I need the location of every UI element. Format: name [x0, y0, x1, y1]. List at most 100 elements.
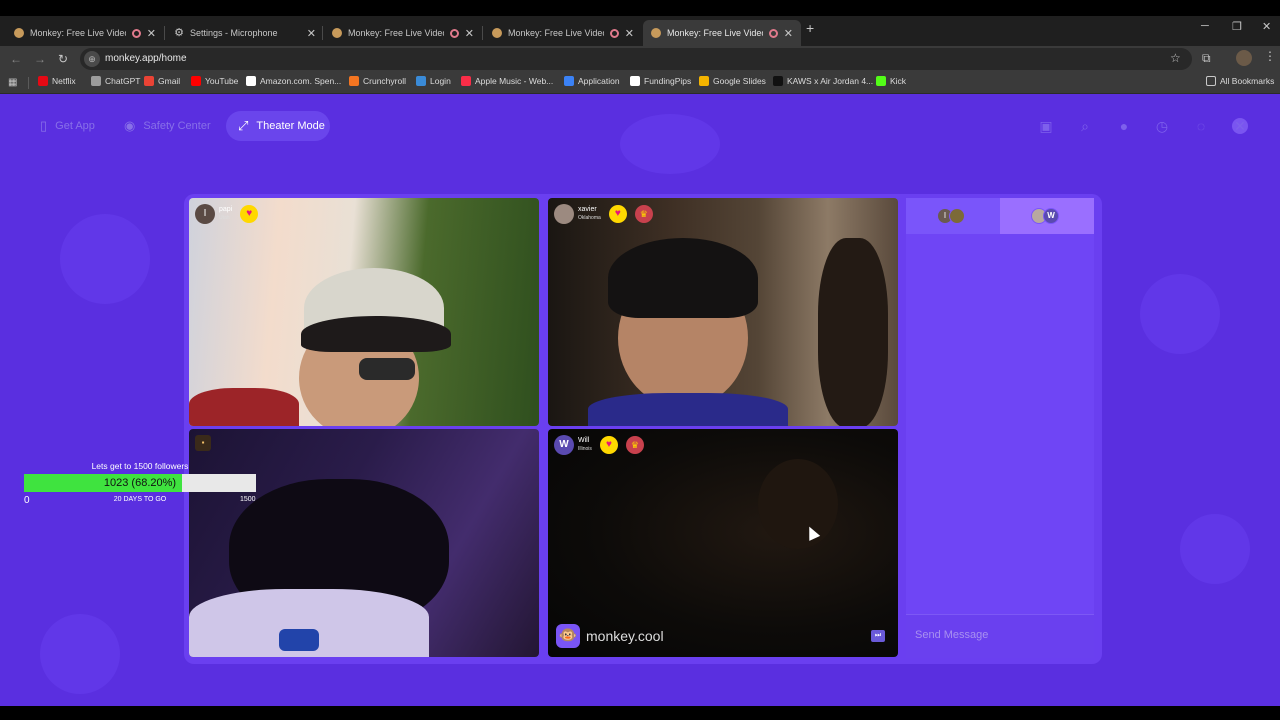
person-beanie [608, 238, 758, 318]
get-app-button[interactable]: ▯ Get App [40, 111, 95, 141]
bookmark-label: Gmail [158, 76, 181, 86]
bookmark-label: KAWS x Air Jordan 4... [787, 76, 874, 86]
all-bookmarks-button[interactable]: All Bookmarks [1206, 76, 1274, 86]
bookmark-item[interactable]: Crunchyroll [349, 76, 406, 86]
user-location: Utah [219, 215, 230, 221]
user-name-text: xavier [578, 206, 597, 213]
skip-icon[interactable]: ⏭ [871, 630, 885, 642]
chat-icon[interactable]: ◌ [1193, 118, 1209, 134]
bookmarks-bar: ▦ Netflix ChatGPT Gmail YouTube Amazon.com. … [0, 72, 1280, 94]
reload-icon[interactable]: ↻ [58, 52, 68, 66]
globe-icon[interactable]: ● [1116, 118, 1132, 134]
history-icon[interactable]: ◷ [1154, 118, 1170, 134]
bookmark-item[interactable]: KAWS x Air Jordan 4... [773, 76, 873, 86]
send-message-bar [906, 614, 1094, 658]
person-face [758, 459, 838, 549]
menu-icon[interactable]: ⋮ [1264, 49, 1276, 63]
bookmark-item[interactable]: ChatGPT [91, 76, 140, 86]
follower-days-left: 20 DAYS TO GO [113, 496, 167, 503]
tab-title: Settings - Microphone [190, 28, 278, 38]
medal-icon[interactable]: ♛ [634, 205, 653, 223]
tab-title: Monkey: Free Live Video Cł [30, 28, 126, 38]
search-icon[interactable]: ⌕ [1077, 118, 1093, 134]
video-tile-xavier[interactable]: xavier Oklahoma ♥ ♛ [548, 198, 898, 426]
bookmark-star-icon[interactable]: ☆ [1170, 51, 1181, 65]
bookmark-item[interactable]: Google Slides [699, 76, 766, 86]
video-tile-papi[interactable]: I papi Utah ♥ [189, 198, 539, 426]
user-chip: xavier Oklahoma ♥ ♛ [554, 204, 653, 224]
minimize-icon[interactable]: ─ [1201, 20, 1209, 32]
bookmark-item[interactable]: Apple Music - Web... [461, 76, 553, 86]
person-durag [301, 316, 451, 352]
browser-tabbar: Monkey: Free Live Video Cł ✕ ⚙ Settings … [0, 16, 1280, 46]
recording-icon [131, 28, 141, 38]
video-tile-will[interactable]: W Will Illinois ♥ ♛ [548, 429, 898, 657]
bookmark-label: Apple Music - Web... [475, 76, 554, 86]
profile-icon[interactable]: ✕ [1232, 118, 1248, 134]
extensions-icon[interactable]: ⧉ [1202, 51, 1211, 66]
camera-chip: ▪ [195, 435, 211, 451]
new-tab-button[interactable]: + [806, 20, 814, 36]
user-chip: I papi Utah ♥ [195, 204, 259, 224]
safety-center-button[interactable]: ◉ Safety Center [124, 111, 211, 141]
bookmark-item[interactable]: Login [416, 76, 451, 86]
back-icon[interactable]: ← [10, 52, 22, 66]
theater-mode-button[interactable]: ⤢ Theater Mode [226, 111, 330, 141]
bookmark-favicon-icon [144, 76, 154, 86]
follower-progress-max: 1500 [240, 496, 256, 503]
bookmark-favicon-icon [349, 76, 359, 86]
bookmark-favicon-icon [461, 76, 471, 86]
bookmark-item[interactable]: Application [564, 76, 620, 86]
url-text[interactable]: monkey.app/home [105, 53, 187, 64]
heart-icon[interactable]: ♥ [599, 436, 618, 454]
profile-avatar[interactable] [1236, 50, 1252, 66]
browser-tab[interactable]: Monkey: Free Live Video Cł ✕ [6, 20, 164, 46]
bookmark-item[interactable]: Gmail [144, 76, 180, 86]
bookmark-item[interactable]: Kick [876, 76, 906, 86]
recording-icon [609, 28, 619, 38]
browser-tab[interactable]: Monkey: Free Live Video Cł ✕ [484, 20, 642, 46]
bookmark-item[interactable]: Netflix [38, 76, 76, 86]
close-tab-icon[interactable]: ✕ [625, 27, 634, 40]
bookmark-label: Netflix [52, 76, 76, 86]
restore-icon[interactable]: ❐ [1232, 20, 1242, 33]
apps-grid-icon[interactable]: ▦ [8, 77, 17, 88]
background-blob [60, 214, 150, 304]
bookmark-item[interactable]: Amazon.com. Spen... [246, 76, 341, 86]
browser-tab[interactable]: Monkey: Free Live Video Cł ✕ [324, 20, 482, 46]
send-message-input[interactable] [915, 629, 1085, 641]
address-bar[interactable]: ⊕ monkey.app/home ☆ [80, 48, 1192, 70]
browser-tab-active[interactable]: Monkey: Free Live Video Cł ✕ [643, 20, 801, 46]
site-info-icon[interactable]: ⊕ [84, 51, 100, 67]
close-tab-icon[interactable]: ✕ [784, 27, 793, 40]
bookmark-item[interactable]: FundingPips [630, 76, 691, 86]
microphone [279, 629, 319, 651]
heart-icon[interactable]: ♥ [240, 205, 259, 223]
shop-icon[interactable]: ▣ [1038, 118, 1054, 134]
expand-icon: ⤢ [238, 118, 249, 133]
tab-divider [482, 26, 483, 40]
user-name-text: Will [578, 437, 590, 444]
medal-icon[interactable]: ♛ [625, 436, 644, 454]
heart-icon[interactable]: ♥ [608, 205, 627, 223]
phone-icon: ▯ [40, 118, 48, 133]
bookmark-item[interactable]: YouTube [191, 76, 238, 86]
close-window-icon[interactable]: ✕ [1262, 20, 1271, 33]
forward-icon[interactable]: → [34, 52, 46, 66]
folder-icon [1206, 76, 1216, 86]
monkey-favicon-icon [332, 28, 342, 38]
user-name: Will Illinois [578, 437, 592, 453]
user-avatar: W [554, 435, 574, 455]
monkey-logo-text: monkey.cool [586, 628, 664, 644]
close-tab-icon[interactable]: ✕ [465, 27, 474, 40]
follower-progress-value: 1023 (68.20%) [103, 477, 177, 489]
close-tab-icon[interactable]: ✕ [147, 27, 156, 40]
chat-tabs: I W [906, 198, 1094, 234]
chat-tab-group[interactable]: I [906, 198, 1000, 234]
background-blob [1180, 514, 1250, 584]
browser-tab[interactable]: ⚙ Settings - Microphone ✕ [166, 20, 324, 46]
chat-tab-will[interactable]: W [1000, 198, 1094, 234]
bookmark-favicon-icon [416, 76, 426, 86]
close-tab-icon[interactable]: ✕ [307, 27, 316, 40]
browser-toolbar: ← → ↻ ⊕ monkey.app/home ☆ ⧉ [0, 46, 1280, 72]
